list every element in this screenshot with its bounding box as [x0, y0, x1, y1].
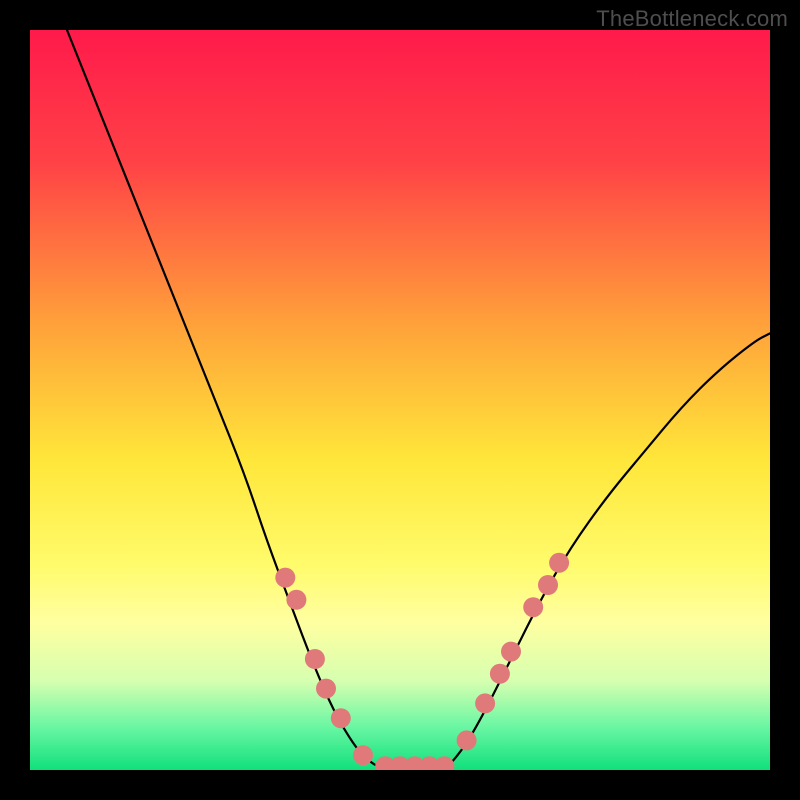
marker-dot: [286, 590, 306, 610]
marker-dot: [490, 664, 510, 684]
watermark-label: TheBottleneck.com: [596, 6, 788, 32]
chart-frame: TheBottleneck.com: [0, 0, 800, 800]
marker-dot: [475, 693, 495, 713]
marker-dot: [549, 553, 569, 573]
marker-dot: [316, 679, 336, 699]
marker-dot: [523, 597, 543, 617]
marker-dot: [501, 642, 521, 662]
gradient-backdrop: [30, 30, 770, 770]
marker-dot: [353, 745, 373, 765]
marker-dot: [305, 649, 325, 669]
marker-dot: [331, 708, 351, 728]
marker-dot: [538, 575, 558, 595]
marker-dot: [275, 568, 295, 588]
plot-area: [30, 30, 770, 770]
marker-dot: [457, 730, 477, 750]
chart-svg: [30, 30, 770, 770]
